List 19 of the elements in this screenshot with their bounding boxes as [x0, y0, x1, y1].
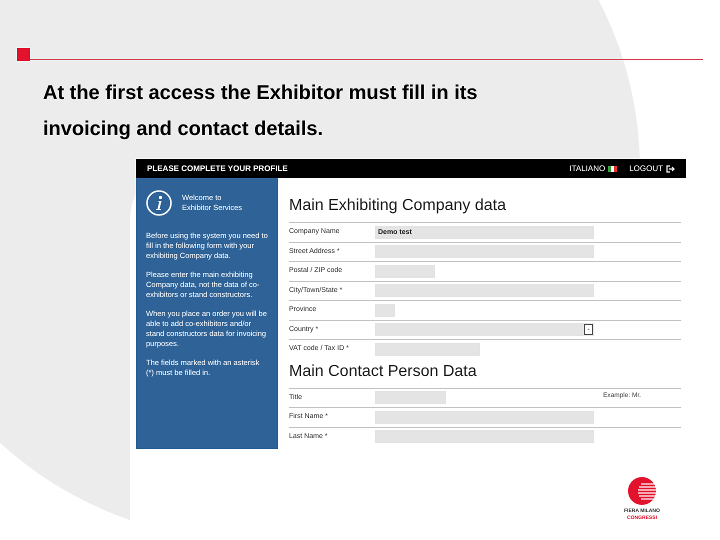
input-field[interactable] — [375, 410, 594, 424]
input-field[interactable] — [375, 342, 480, 356]
language-link[interactable]: ITALIANO — [569, 162, 618, 174]
logout-link[interactable]: LOGOUT — [629, 162, 675, 174]
section-heading: Main Exhibiting Company data — [289, 196, 508, 216]
info-icon — [146, 190, 172, 216]
bullet-square — [17, 48, 30, 61]
logout-icon — [666, 164, 675, 172]
input-field[interactable] — [375, 245, 594, 258]
input-field[interactable] — [375, 430, 594, 444]
input-field[interactable] — [375, 304, 395, 317]
input-field[interactable] — [375, 391, 446, 404]
input-field[interactable] — [375, 264, 435, 278]
flag-icon — [608, 166, 618, 172]
page-title: PLEASE COMPLETE YOUR PROFILE — [147, 162, 289, 174]
input-field[interactable] — [375, 284, 594, 298]
section-heading: Main Contact Person Data — [289, 362, 478, 382]
slide-heading: At the first access the Exhibitor must fill in its invoicing and contact details. — [43, 81, 479, 142]
logo-icon — [626, 476, 657, 506]
